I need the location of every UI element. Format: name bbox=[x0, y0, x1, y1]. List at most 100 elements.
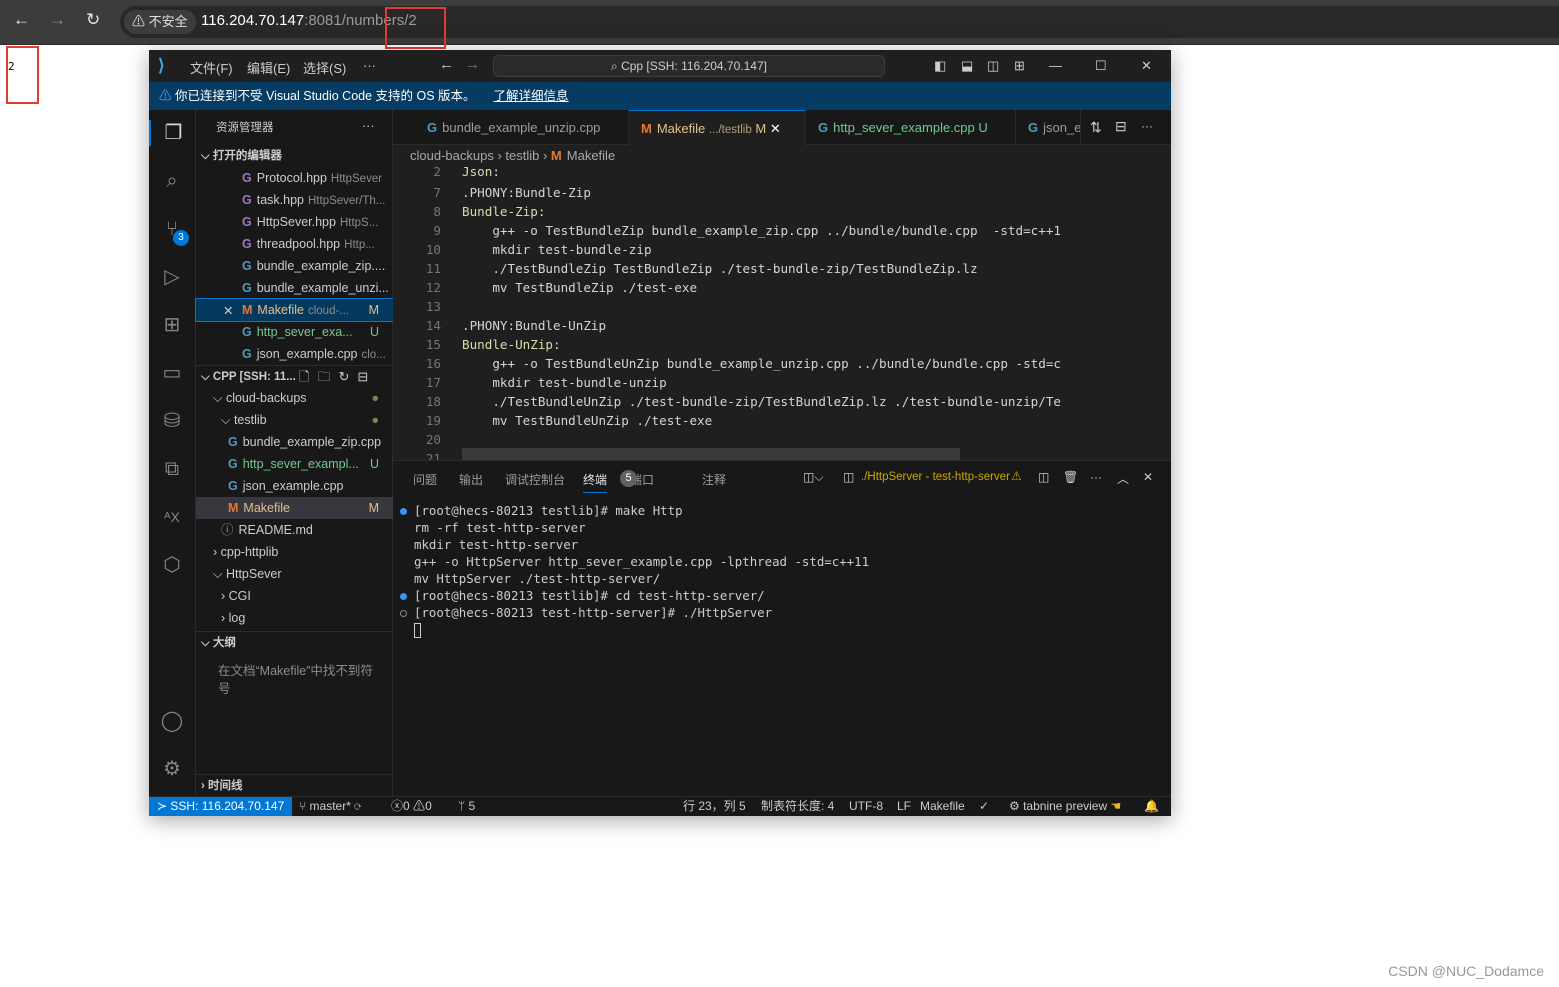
forward-icon[interactable]: → bbox=[465, 56, 480, 73]
run-debug-icon[interactable]: ▷ bbox=[159, 264, 185, 290]
settings-gear-icon[interactable]: ⚙ bbox=[159, 756, 185, 782]
file-item[interactable]: G Protocol.hpp HttpSever bbox=[196, 167, 393, 189]
more-actions-icon[interactable]: ··· bbox=[1090, 470, 1102, 484]
layout-icon[interactable]: ⊞ bbox=[1014, 58, 1025, 74]
encoding[interactable]: UTF-8 bbox=[849, 797, 883, 816]
file-item[interactable]: G HttpSever.hpp HttpS... bbox=[196, 211, 393, 233]
file-item[interactable]: Gbundle_example_unzi... bbox=[196, 277, 393, 299]
split-editor-icon[interactable]: ⊟ bbox=[1115, 118, 1127, 135]
file-item[interactable]: Gbundle_example_zip.cpp bbox=[196, 431, 393, 453]
command-center[interactable]: ⌕ Cpp [SSH: 116.204.70.147] bbox=[493, 55, 885, 77]
file-item[interactable]: Ghttp_sever_exa... U bbox=[196, 321, 393, 343]
close-window-icon[interactable]: ✕ bbox=[1141, 58, 1152, 74]
file-item[interactable]: Ghttp_sever_exampl... U bbox=[196, 453, 393, 475]
tab-bundle-example-unzip[interactable]: Gbundle_example_unzip.cpp bbox=[415, 110, 629, 145]
learn-more-link[interactable]: 了解详细信息 bbox=[494, 89, 569, 103]
tabnine-indicator[interactable]: ⚙ tabnine preview ☚ bbox=[1009, 797, 1121, 816]
back-icon[interactable]: ← bbox=[439, 56, 454, 73]
command-decoration-icon[interactable] bbox=[400, 610, 407, 617]
ports-indicator[interactable]: ᛘ 5 bbox=[458, 797, 475, 816]
source-control-icon[interactable]: ⑂ 3 bbox=[159, 216, 189, 246]
line-number: 8 bbox=[433, 204, 441, 219]
command-decoration-icon[interactable] bbox=[400, 593, 407, 600]
security-chip[interactable]: ⚠ 不安全 bbox=[124, 10, 196, 34]
maximize-icon[interactable]: ☐ bbox=[1095, 58, 1107, 74]
minimize-icon[interactable]: — bbox=[1049, 58, 1062, 73]
hexagon-icon[interactable]: ⬡ bbox=[159, 552, 185, 578]
menu-edit[interactable]: 编辑(E) bbox=[247, 58, 290, 77]
file-item[interactable]: M Makefile M bbox=[196, 497, 393, 519]
panel-tab[interactable]: 输出 bbox=[459, 471, 483, 488]
trash-icon[interactable]: 🗑 bbox=[1063, 470, 1078, 484]
workspace-header[interactable]: ⌵ CPP [SSH: 11... 🗋🗀↻⊟ bbox=[196, 365, 393, 387]
problems-indicator[interactable]: ⓧ0 ⚠0 bbox=[391, 797, 432, 816]
file-item[interactable]: › log bbox=[196, 607, 393, 629]
toggle-panel-icon[interactable]: ⬓ bbox=[961, 58, 973, 74]
terminal-name[interactable]: ./HttpServer - test-http-server bbox=[861, 471, 1010, 483]
tab-size[interactable]: 制表符长度: 4 bbox=[761, 797, 834, 816]
branch-indicator[interactable]: ⑂ master* ⟳ bbox=[299, 797, 361, 816]
remote-icon[interactable]: ⧉ bbox=[159, 456, 185, 482]
panel-tab[interactable]: 注释 bbox=[702, 471, 726, 488]
file-item[interactable]: ⌵ cloud-backups ● bbox=[196, 387, 393, 409]
file-item[interactable]: › CGI bbox=[196, 585, 393, 607]
explorer-icon[interactable]: ❐ bbox=[149, 120, 196, 146]
file-item[interactable]: ⓘ README.md bbox=[196, 519, 393, 541]
compare-changes-icon[interactable]: ⇅ bbox=[1090, 119, 1102, 136]
breadcrumb-item[interactable]: cloud-backups bbox=[410, 148, 494, 163]
file-item[interactable]: Gbundle_example_zip.... bbox=[196, 255, 393, 277]
search-icon[interactable]: ⌕ bbox=[159, 168, 185, 194]
open-editors-header[interactable]: ⌵ 打开的编辑器 bbox=[196, 145, 393, 167]
eol[interactable]: LF bbox=[897, 797, 911, 816]
back-icon[interactable]: ← bbox=[13, 10, 30, 30]
antenna-icon: ᛘ bbox=[458, 799, 469, 813]
breadcrumb-item[interactable]: testlib bbox=[505, 148, 539, 163]
explorer-actions-icons[interactable]: 🗋🗀↻⊟ bbox=[299, 366, 376, 387]
tab-http-sever-example[interactable]: Ghttp_sever_example.cpp U bbox=[806, 110, 1016, 145]
close-editor-icon[interactable]: ✕ bbox=[223, 303, 233, 318]
more-actions-icon[interactable]: ··· bbox=[362, 119, 375, 133]
breadcrumb-item[interactable]: Makefile bbox=[567, 148, 615, 163]
menu-selection[interactable]: 选择(S) bbox=[303, 58, 346, 77]
toggle-sidebar-icon[interactable]: ◧ bbox=[934, 58, 946, 74]
toggle-secondary-sidebar-icon[interactable]: ◫ bbox=[987, 58, 999, 74]
remote-indicator[interactable]: ≻ SSH: 116.204.70.147 bbox=[149, 797, 293, 816]
sync-icon: ⟳ bbox=[354, 799, 362, 813]
tab-json-example[interactable]: Gjson_e bbox=[1016, 110, 1081, 145]
command-decoration-icon[interactable] bbox=[400, 508, 407, 515]
menu-file[interactable]: 文件(F) bbox=[190, 58, 233, 77]
file-item[interactable]: Gjson_example.cpp clo... bbox=[196, 343, 393, 365]
menu-more[interactable]: ··· bbox=[363, 58, 376, 73]
split-terminal-icon[interactable]: ◫⌵ bbox=[803, 470, 823, 485]
extensions-icon[interactable]: ⊞ bbox=[159, 312, 185, 338]
timeline-header[interactable]: › 时间线 bbox=[196, 774, 393, 796]
panel-tab[interactable]: 调试控制台 bbox=[505, 471, 565, 488]
account-icon[interactable]: ◯ bbox=[159, 708, 185, 734]
panel-tab[interactable]: 问题 bbox=[413, 471, 437, 488]
panel-tab[interactable]: 终端 bbox=[583, 471, 608, 493]
remote-explorer-icon[interactable]: ▭ bbox=[159, 360, 185, 386]
database-icon[interactable]: ⛁ bbox=[159, 408, 185, 434]
close-panel-icon[interactable]: ✕ bbox=[1143, 470, 1153, 484]
file-item[interactable]: Gjson_example.cpp bbox=[196, 475, 393, 497]
notifications-bell-icon[interactable]: 🔔 bbox=[1144, 797, 1159, 816]
file-item[interactable]: Gtask.hpp HttpSever/Th... bbox=[196, 189, 393, 211]
cursor-position[interactable]: 行 23，列 5 bbox=[683, 797, 746, 816]
ax-icon[interactable]: ᴬX bbox=[159, 504, 185, 530]
more-actions-icon[interactable]: ··· bbox=[1141, 119, 1153, 133]
language-mode[interactable]: Makefile bbox=[920, 797, 965, 816]
check-icon[interactable]: ✓ bbox=[979, 797, 989, 816]
close-tab-icon[interactable]: ✕ bbox=[770, 121, 781, 136]
outline-header[interactable]: ⌵ 大纲 bbox=[196, 631, 393, 653]
file-item[interactable]: ⌵ HttpSever bbox=[196, 563, 393, 585]
tab-makefile[interactable]: M Makefile .../testlib M ✕ bbox=[629, 110, 806, 145]
reload-icon[interactable]: ↻ bbox=[86, 10, 100, 30]
terminal[interactable]: [root@hecs-80213 testlib]# make Http rm -… bbox=[393, 503, 1171, 793]
split-icon[interactable]: ◫ bbox=[1038, 470, 1049, 484]
code-editor[interactable]: 2 Json: 7 .PHONY:Bundle-Zip 8 Bundle-Zip: 9 g+… bbox=[393, 166, 1171, 460]
forward-icon[interactable]: → bbox=[49, 10, 66, 30]
file-item[interactable]: Gthreadpool.hpp Http... bbox=[196, 233, 393, 255]
file-item[interactable]: ⌵ testlib ● bbox=[196, 409, 393, 431]
file-item[interactable]: › cpp-httplib bbox=[196, 541, 393, 563]
maximize-panel-icon[interactable]: ︿ bbox=[1117, 470, 1129, 487]
